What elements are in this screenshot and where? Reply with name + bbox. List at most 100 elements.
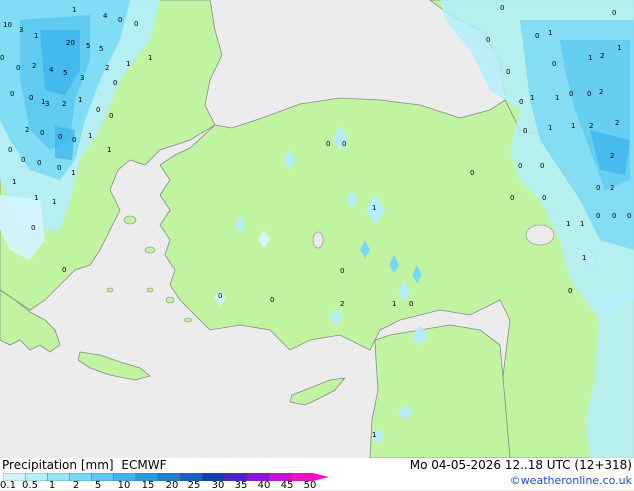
map-value: 0	[21, 156, 25, 164]
map-value: 1	[78, 96, 82, 104]
map-value: 20	[66, 39, 75, 47]
map-value: 1	[148, 54, 152, 62]
map-value: 0	[506, 68, 510, 76]
credit-link[interactable]: ©weatheronline.co.uk	[510, 474, 632, 487]
map-value: 0	[518, 162, 522, 170]
map-value: 0	[535, 32, 539, 40]
map-value: 2	[600, 52, 604, 60]
map-value: 1	[72, 6, 76, 14]
map-value: 0	[342, 140, 346, 148]
map-value: 0	[0, 54, 4, 62]
scale-label: 1	[48, 480, 56, 491]
map-value: 0	[31, 224, 35, 232]
map-value: 1	[372, 204, 376, 212]
map-value: 0	[57, 164, 61, 172]
map-value: 3	[19, 26, 23, 34]
map-footer: Precipitation [mm] ECMWF Mo 04-05-2026 1…	[0, 458, 634, 491]
product-title: Precipitation [mm] ECMWF	[2, 458, 170, 472]
scale-label: 0.5	[22, 480, 38, 491]
valid-datetime: Mo 04-05-2026 12..18 UTC (12+318)	[409, 458, 632, 472]
map-value: 0	[118, 16, 122, 24]
map-value: 0	[218, 292, 222, 300]
map-value: 2	[589, 122, 593, 130]
map-value: 0	[542, 194, 546, 202]
map-value: 0	[587, 90, 591, 98]
map-value: 10	[3, 21, 12, 29]
map-value: 0	[270, 296, 274, 304]
map-value: 1	[588, 54, 592, 62]
map-value: 0	[523, 127, 527, 135]
map-value: 1	[571, 122, 575, 130]
model-label: ECMWF	[121, 458, 167, 472]
map-value: 2	[615, 119, 619, 127]
map-value: 1	[34, 194, 38, 202]
map-value: 0	[326, 140, 330, 148]
map-value: 1	[392, 300, 396, 308]
map-value: 0	[510, 194, 514, 202]
map-value: 1	[548, 124, 552, 132]
map-value: 1	[52, 198, 56, 206]
map-value: 0	[409, 300, 413, 308]
map-value: 0	[40, 129, 44, 137]
map-value: 1	[582, 254, 586, 262]
scale-label: 15	[141, 480, 155, 491]
scale-label: 30	[211, 480, 225, 491]
map-value: 0	[113, 79, 117, 87]
map-value: 0	[62, 266, 66, 274]
map-value: 1	[548, 29, 552, 37]
map-value: 1	[34, 32, 38, 40]
map-value: 2	[105, 64, 109, 72]
map-value: 4	[49, 66, 54, 74]
map-value: 0	[612, 9, 616, 17]
map-value: 0	[340, 267, 344, 275]
map-value: 0	[29, 94, 33, 102]
map-value: 0	[500, 4, 504, 12]
map-value: 5	[86, 42, 90, 50]
map-value: 0	[596, 184, 600, 192]
map-value: 1	[12, 178, 16, 186]
scale-labels: 0.1 0.5 1 2 5 10 15 20 25 30 35 40 45 50	[0, 480, 330, 491]
scale-label: 2	[72, 480, 80, 491]
scale-label: 20	[165, 480, 179, 491]
map-value: 0	[470, 169, 474, 177]
map-value: 0	[540, 162, 544, 170]
map-value: 0	[58, 133, 62, 141]
map-value: 0	[519, 98, 523, 106]
map-value: 0	[596, 212, 600, 220]
map-value: 0	[72, 136, 76, 144]
map-value: 1	[580, 220, 584, 228]
map-value: 0	[10, 90, 14, 98]
map-value: 1	[88, 132, 92, 140]
scale-label: 50	[303, 480, 317, 491]
scale-label: 35	[234, 480, 248, 491]
map-value: 2	[62, 100, 66, 108]
map-value: 1	[555, 94, 559, 102]
map-value: 1	[566, 220, 570, 228]
map-value: 5	[99, 45, 103, 53]
map-value: 1	[126, 60, 130, 68]
map-value: 0	[16, 64, 20, 72]
map-value: 0	[568, 287, 572, 295]
map-value: 0	[627, 212, 631, 220]
map-value: 0	[612, 212, 616, 220]
map-value: 3	[45, 100, 49, 108]
scale-label: 10	[117, 480, 131, 491]
map-value: 0	[96, 106, 100, 114]
map-value: 2	[340, 300, 344, 308]
map-value: 1	[107, 146, 111, 154]
map-value: 2	[610, 152, 614, 160]
map-value: 0	[569, 90, 573, 98]
map-value: 1	[617, 44, 621, 52]
map-value: 4	[103, 12, 108, 20]
scale-label: 45	[280, 480, 294, 491]
map-value: 0	[37, 159, 41, 167]
map-value: 2	[610, 184, 614, 192]
map-value: 0	[134, 20, 138, 28]
scale-label: 25	[187, 480, 201, 491]
map-value: 3	[80, 74, 84, 82]
product-label: Precipitation [mm]	[2, 458, 114, 472]
map-value: 1	[372, 431, 376, 439]
map-value: 0	[109, 112, 113, 120]
map-value: 1	[530, 94, 534, 102]
scale-label: 5	[94, 480, 102, 491]
